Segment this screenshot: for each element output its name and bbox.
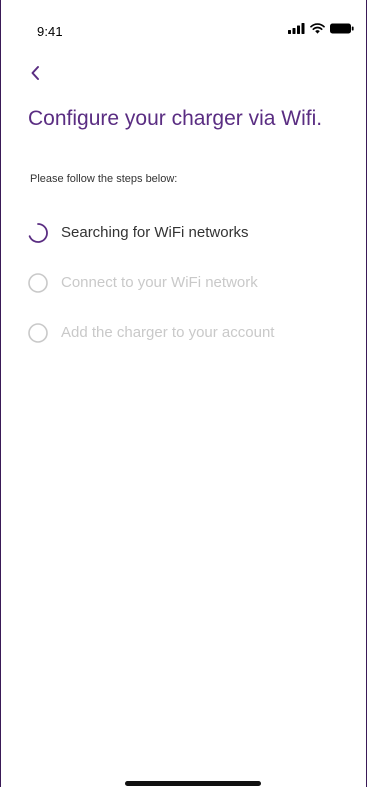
step-add-charger: Add the charger to your account bbox=[27, 322, 357, 372]
spinner-icon bbox=[28, 223, 48, 243]
setup-steps-list: Searching for WiFi networks Connect to y… bbox=[27, 222, 357, 372]
wifi-setup-screen: 9:41 Configure your charger via Wifi. Pl… bbox=[0, 0, 367, 787]
status-icons bbox=[288, 23, 354, 34]
wifi-icon bbox=[310, 23, 325, 34]
status-time: 9:41 bbox=[37, 24, 63, 39]
step-label: Searching for WiFi networks bbox=[61, 224, 249, 241]
step-searching-wifi: Searching for WiFi networks bbox=[27, 222, 357, 272]
back-button[interactable] bbox=[25, 62, 47, 84]
step-label: Connect to your WiFi network bbox=[61, 274, 258, 291]
circle-icon bbox=[28, 273, 48, 293]
page-subtitle: Please follow the steps below: bbox=[30, 173, 178, 185]
circle-icon bbox=[28, 323, 48, 343]
home-indicator[interactable] bbox=[125, 781, 261, 786]
step-label: Add the charger to your account bbox=[61, 324, 275, 341]
battery-icon bbox=[330, 23, 354, 34]
status-bar: 9:41 bbox=[1, 0, 366, 40]
page-title: Configure your charger via Wifi. bbox=[28, 107, 323, 130]
cellular-signal-icon bbox=[288, 23, 305, 34]
step-connect-wifi: Connect to your WiFi network bbox=[27, 272, 357, 322]
